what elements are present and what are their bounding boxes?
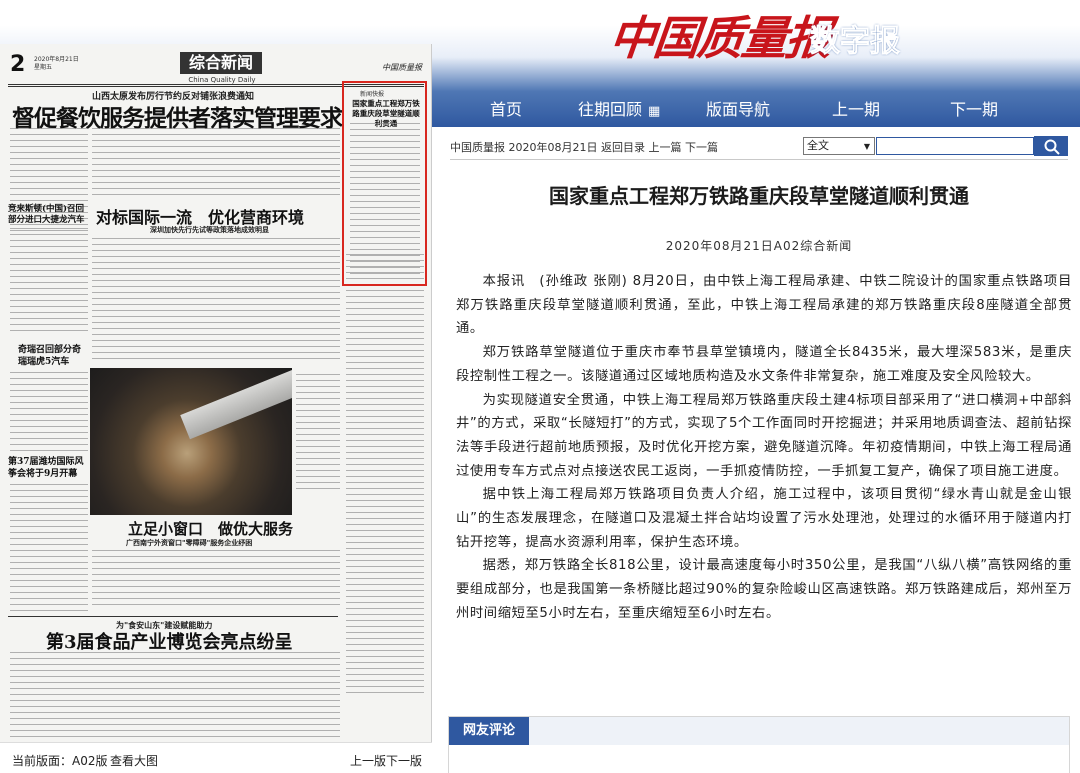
story-headline[interactable]: 立足小窗口 做优大服务 xyxy=(128,518,293,539)
page-date: 2020年8月21日 星期五 xyxy=(34,56,79,71)
search-icon xyxy=(1044,139,1060,155)
story-text xyxy=(92,238,340,362)
article-paragraph: 据悉，郑万铁路全长818公里，设计最高速度每小时350公里，是我国“八纵八横”高… xyxy=(456,558,1072,621)
article-paragraph: 为实现隧道安全贯通，中铁上海工程局郑万铁路重庆段土建4标项目部采用了“进口横洞+… xyxy=(456,392,1072,479)
main-nav: 首页 往期回顾 ▦ 版面导航 上一期 下一期 xyxy=(432,86,1080,127)
search-scope-select[interactable]: 全文 ▼ xyxy=(803,137,875,155)
divider xyxy=(450,159,1068,160)
current-page-label: 当前版面： xyxy=(12,754,73,768)
caliper-image xyxy=(180,368,292,440)
comments-panel: 网友评论 xyxy=(448,716,1070,773)
side-headline[interactable]: 第37届潍坊国际风筝会将于9月开幕 xyxy=(8,456,88,480)
calendar-icon: ▦ xyxy=(648,104,661,119)
comments-header xyxy=(449,717,1069,745)
breadcrumb-date: 2020年08月21日 xyxy=(508,141,598,154)
story-kicker: 深圳加快先行先试等政策落地成效明显 xyxy=(150,226,269,234)
search-input[interactable] xyxy=(876,137,1034,155)
article-paragraph: 本报讯 (孙维政 张刚) 8月20日，由中铁上海工程局承建、中铁二院设计的国家重… xyxy=(456,274,1072,337)
story-text xyxy=(296,374,340,494)
article-body: 本报讯 (孙维政 张刚) 8月20日，由中铁上海工程局承建、中铁二院设计的国家重… xyxy=(456,270,1072,626)
breadcrumb-paper: 中国质量报 xyxy=(450,141,505,154)
divider xyxy=(8,616,338,617)
prev-page-link[interactable]: 上一版 xyxy=(350,752,386,769)
breadcrumb: 中国质量报 2020年08月21日 返回目录 上一篇 下一篇 xyxy=(450,139,718,155)
section-english: China Quality Daily xyxy=(188,76,256,84)
story-text xyxy=(350,123,420,278)
prev-article-link[interactable]: 上一篇 xyxy=(649,141,682,154)
page-pager: 当前版面： A02版 查看大图 上一版 下一版 xyxy=(0,742,432,773)
next-page-link[interactable]: 下一版 xyxy=(386,752,422,769)
section-name: 综合新闻 xyxy=(180,52,262,74)
story-text xyxy=(10,484,88,614)
paper-masthead: 中国质量报 xyxy=(382,63,422,72)
logo-subtitle: 数字报 xyxy=(810,24,901,60)
highlight-kicker: 新闻快报 xyxy=(360,91,385,98)
site-logo[interactable]: 中国质量报 数字报 xyxy=(606,2,910,66)
logo-text: 中国质量报 xyxy=(606,11,833,65)
nav-previous-issue[interactable]: 上一期 xyxy=(832,96,880,120)
comments-label: 网友评论 xyxy=(449,717,529,745)
nav-archive[interactable]: 往期回顾 ▦ xyxy=(578,96,660,120)
current-article-highlight[interactable]: 新闻快报 国家重点工程郑万铁路重庆段草堂隧道顺利贯通 xyxy=(342,81,427,286)
current-page-value: A02版 xyxy=(72,754,108,768)
search-button[interactable] xyxy=(1034,136,1068,156)
newspaper-page-image[interactable]: 2 2020年8月21日 星期五 综合新闻 China Quality Daily… xyxy=(0,44,432,742)
next-article-link[interactable]: 下一篇 xyxy=(685,141,718,154)
article-title: 国家重点工程郑万铁路重庆段草堂隧道顺利贯通 xyxy=(549,184,969,208)
story-text xyxy=(10,372,88,452)
side-headline[interactable]: 竞来斯顿(中国)召回部分进口大捷龙汽车 xyxy=(8,204,92,226)
article-meta: 2020年08月21日A02综合新闻 xyxy=(665,239,853,253)
news-photo xyxy=(90,368,292,515)
page-number: 2 xyxy=(10,52,26,77)
nav-page-navigation[interactable]: 版面导航 xyxy=(706,96,770,120)
story-kicker: 广西南宁外资窗口"零障碍"服务企业纾困 xyxy=(126,539,253,547)
view-large-link[interactable]: 查看大图 xyxy=(110,752,158,769)
story-text xyxy=(92,550,340,610)
side-headline[interactable]: 奇瑞召回部分奇瑞瑞虎5汽车 xyxy=(18,344,84,368)
article-paragraph: 据中铁上海工程局郑万铁路项目负责人介绍，施工过程中，该项目贯彻“绿水青山就是金山… xyxy=(456,487,1072,550)
story-text xyxy=(10,228,88,336)
page-header: 2 2020年8月21日 星期五 综合新闻 China Quality Daily… xyxy=(8,50,424,84)
story-text xyxy=(10,652,340,738)
dropdown-arrow-icon: ▼ xyxy=(863,142,870,151)
story-text xyxy=(92,128,340,198)
story-text xyxy=(346,254,424,694)
nav-home[interactable]: 首页 xyxy=(490,96,522,120)
back-to-index-link[interactable]: 返回目录 xyxy=(601,141,645,154)
article-paragraph: 郑万铁路草堂隧道位于重庆市奉节县草堂镇境内，隧道全长8435米，最大埋深583米… xyxy=(456,345,1072,384)
story-headline[interactable]: 第3届食品产业博览会亮点纷呈 xyxy=(46,628,293,654)
nav-next-issue[interactable]: 下一期 xyxy=(950,96,998,120)
